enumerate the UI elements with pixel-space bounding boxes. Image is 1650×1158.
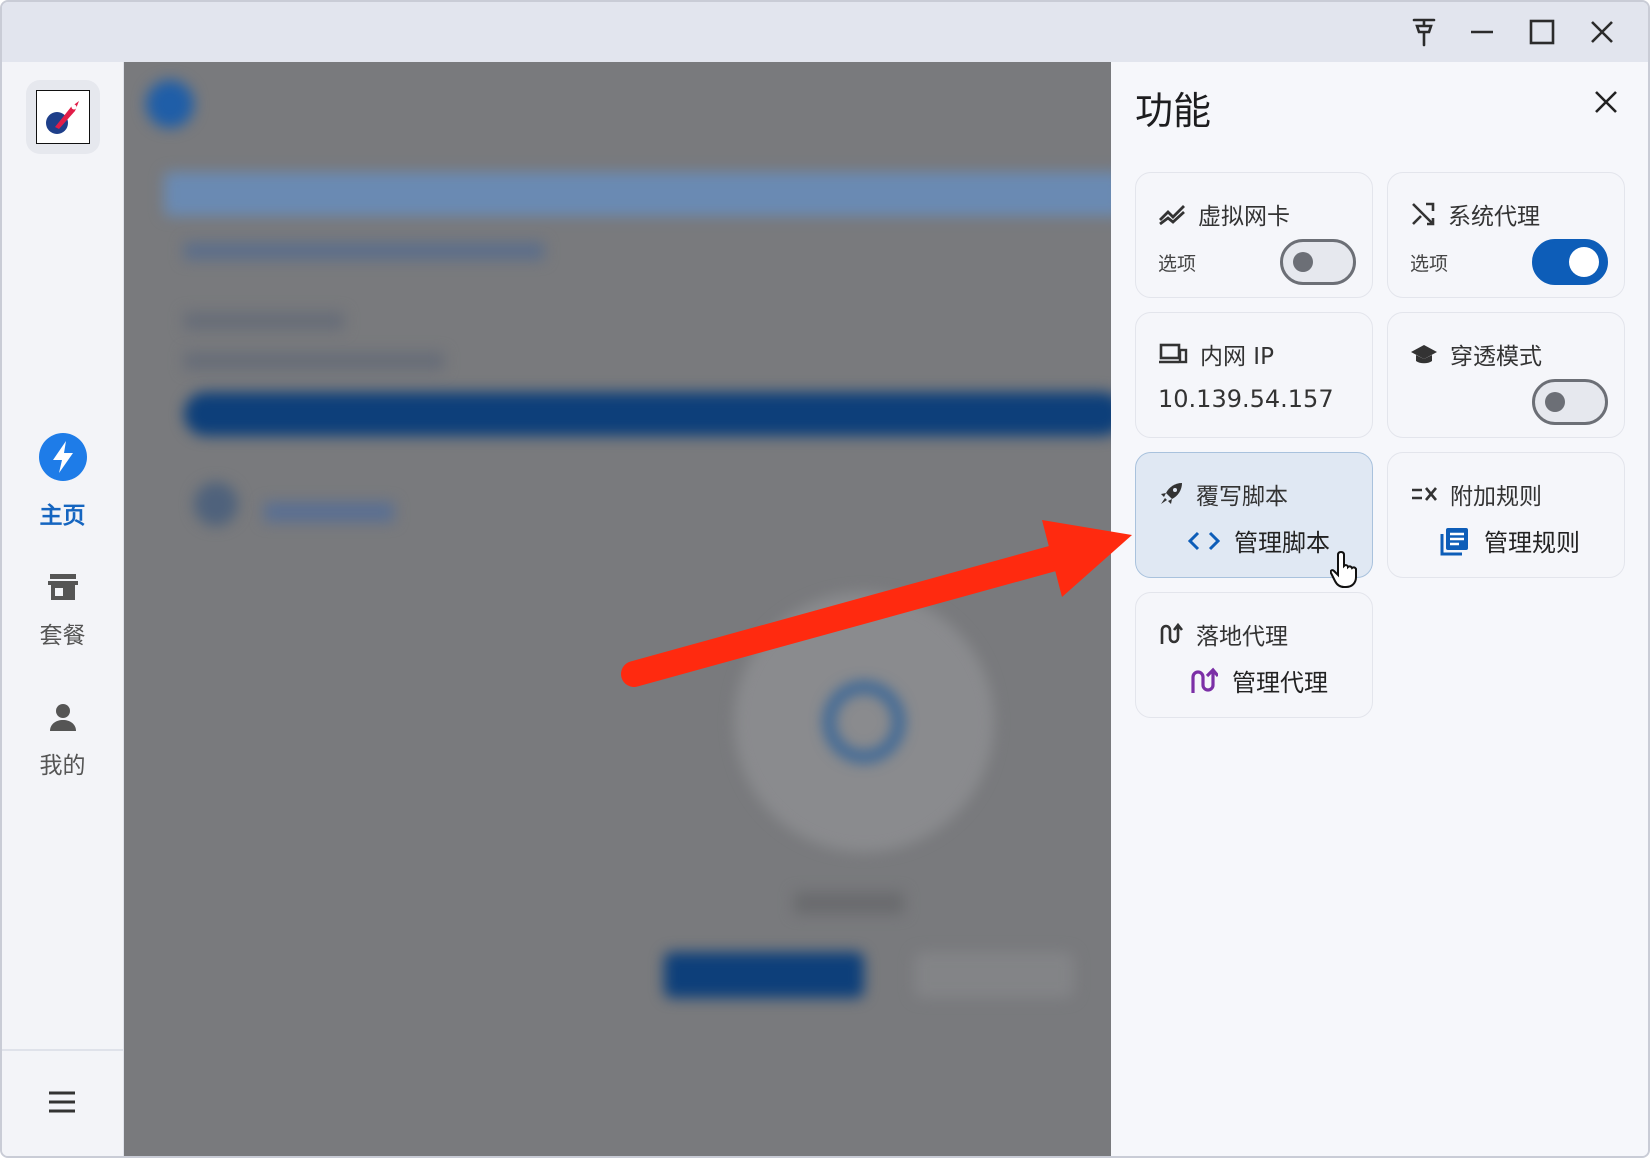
card-tun[interactable]: 虚拟网卡 选项: [1135, 172, 1373, 298]
status-label: [794, 892, 904, 914]
route-icon: [1158, 622, 1184, 646]
drawer-title: 功能: [1135, 89, 1212, 133]
features-drawer: 功能 虚拟网卡 选项 系统代理 选项 内网 IP 10.139.54.157 穿…: [1111, 62, 1648, 1156]
options-link[interactable]: 选项: [1410, 249, 1448, 276]
action-label: 管理代理: [1232, 669, 1328, 697]
card-title: 内网 IP: [1200, 344, 1274, 370]
card-title: 覆写脚本: [1196, 484, 1288, 510]
rocket-icon: [1158, 481, 1184, 507]
primary-bar: [184, 392, 1111, 436]
pin-icon[interactable]: [1402, 12, 1446, 52]
power-icon: [824, 682, 904, 762]
card-title: 附加规则: [1450, 484, 1542, 510]
card-system-proxy[interactable]: 系统代理 选项: [1387, 172, 1625, 298]
lightning-icon: [2, 432, 123, 488]
store-icon: [2, 572, 123, 608]
action-button: [664, 952, 864, 998]
title-bar: [2, 2, 1648, 62]
sidebar-item-home[interactable]: 主页: [2, 432, 123, 530]
card-tunnel-mode[interactable]: 穿透模式: [1387, 312, 1625, 438]
lan-ip-value: 10.139.54.157: [1158, 385, 1334, 413]
manage-script-button[interactable]: 管理脚本: [1188, 523, 1330, 558]
node-icon: [194, 482, 238, 526]
code-brackets-icon: [1188, 530, 1220, 552]
document-list-icon: [1440, 526, 1470, 556]
devices-icon: [1158, 342, 1188, 366]
options-link[interactable]: 选项: [1158, 249, 1196, 276]
sidebar-item-label: 我的: [39, 753, 86, 779]
sidebar: 主页 套餐 我的: [2, 62, 124, 1156]
hand-cursor-icon: [1330, 550, 1357, 588]
system-proxy-toggle[interactable]: [1532, 239, 1608, 285]
hamburger-menu-icon[interactable]: [42, 1082, 82, 1122]
avatar: [146, 80, 194, 128]
close-icon[interactable]: [1586, 82, 1626, 122]
node-label: [264, 502, 394, 522]
app-window: 主页 套餐 我的 功能 虚拟网卡 选项 系统代理 选项 内网 IP 10.139…: [0, 0, 1650, 1158]
graduation-cap-icon: [1410, 342, 1438, 366]
tun-toggle[interactable]: [1280, 239, 1356, 285]
minimize-icon[interactable]: [1460, 12, 1504, 52]
card-title: 系统代理: [1448, 204, 1540, 230]
secondary-button: [914, 952, 1074, 998]
shuffle-icon: [1410, 201, 1436, 227]
rocket-logo-icon[interactable]: [26, 80, 100, 154]
manage-proxy-button[interactable]: 管理代理: [1188, 663, 1328, 698]
sidebar-item-label: 主页: [39, 503, 86, 529]
card-title: 穿透模式: [1450, 344, 1542, 370]
card-lan-ip: 内网 IP 10.139.54.157: [1135, 312, 1373, 438]
card-landing-proxy[interactable]: 落地代理 管理代理: [1135, 592, 1373, 718]
maximize-icon[interactable]: [1520, 12, 1564, 52]
card-title: 虚拟网卡: [1198, 204, 1290, 230]
account-line: [184, 242, 544, 260]
person-icon: [2, 702, 123, 738]
sidebar-item-mine[interactable]: 我的: [2, 702, 123, 780]
divider: [2, 1049, 123, 1051]
notice-bar: [164, 172, 1111, 216]
rule-filter-icon: [1410, 483, 1438, 505]
sidebar-item-plans[interactable]: 套餐: [2, 572, 123, 650]
main-content-dimmed: [124, 62, 1111, 1156]
manage-rules-button[interactable]: 管理规则: [1440, 523, 1580, 558]
card-extra-rules[interactable]: 附加规则 管理规则: [1387, 452, 1625, 578]
info-line: [184, 312, 344, 330]
route-icon: [1188, 667, 1218, 695]
sidebar-item-label: 套餐: [39, 623, 86, 649]
info-line: [184, 352, 444, 370]
tunnel-toggle[interactable]: [1532, 379, 1608, 425]
close-icon[interactable]: [1580, 12, 1624, 52]
card-title: 落地代理: [1196, 624, 1288, 650]
action-label: 管理脚本: [1234, 529, 1330, 557]
action-label: 管理规则: [1484, 529, 1580, 557]
network-zigzag-icon: [1158, 202, 1186, 226]
